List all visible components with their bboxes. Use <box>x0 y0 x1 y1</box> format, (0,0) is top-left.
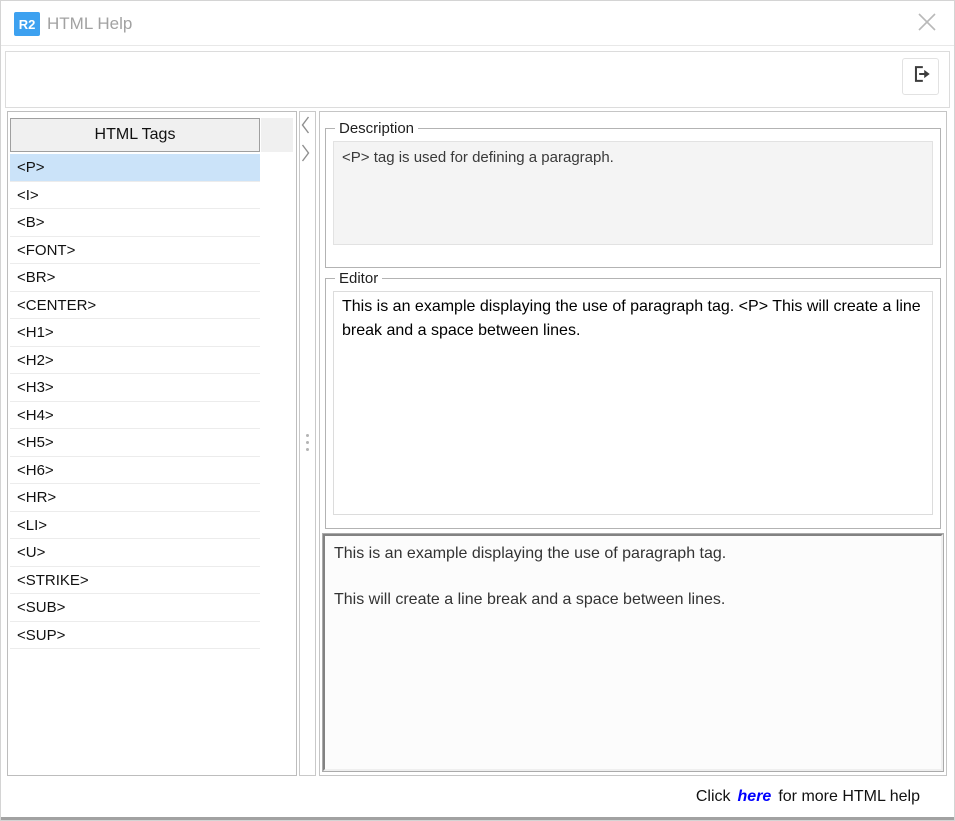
html-help-window: R2 HTML Help HTML Tags < <box>0 0 955 821</box>
list-item[interactable]: <U> <box>10 539 260 567</box>
list-item[interactable]: <H5> <box>10 429 260 457</box>
description-text: <P> tag is used for defining a paragraph… <box>333 141 933 245</box>
list-item[interactable]: <FONT> <box>10 237 260 265</box>
editor-legend: Editor <box>335 270 382 287</box>
preview-line-2: This will create a line break and a spac… <box>334 588 932 611</box>
list-item[interactable]: <P> <box>10 154 260 182</box>
editor-group: Editor This is an example displaying the… <box>325 270 941 529</box>
tag-grid-column-header[interactable]: HTML Tags <box>10 118 260 152</box>
grip-dots[interactable] <box>300 430 315 451</box>
list-item[interactable]: <HR> <box>10 484 260 512</box>
r2-logo: R2 <box>14 12 40 36</box>
list-item[interactable]: <H3> <box>10 374 260 402</box>
window-bottom-border <box>1 817 954 820</box>
close-icon <box>916 11 938 38</box>
list-item[interactable]: <BR> <box>10 264 260 292</box>
list-item[interactable]: <CENTER> <box>10 292 260 320</box>
preview-pane-border: This is an example displaying the use of… <box>322 533 944 772</box>
help-link[interactable]: here <box>738 788 772 805</box>
list-item[interactable]: <B> <box>10 209 260 237</box>
list-item[interactable]: <H4> <box>10 402 260 430</box>
description-group: Description <P> tag is used for defining… <box>325 120 941 268</box>
list-item[interactable]: <STRIKE> <box>10 567 260 595</box>
list-item[interactable]: <SUP> <box>10 622 260 650</box>
description-legend: Description <box>335 120 418 137</box>
close-button[interactable] <box>913 10 941 38</box>
chevron-left-icon[interactable] <box>300 115 315 140</box>
tag-grid-header-filler <box>261 118 293 152</box>
tag-grid-panel: HTML Tags <P><I><B><FONT><BR><CENTER><H1… <box>7 111 297 776</box>
titlebar: R2 HTML Help <box>1 1 954 46</box>
tag-list: <P><I><B><FONT><BR><CENTER><H1><H2><H3><… <box>10 154 260 649</box>
window-title: HTML Help <box>47 1 132 46</box>
footer: Click here for more HTML help <box>1 778 954 818</box>
detail-panel: Description <P> tag is used for defining… <box>319 111 947 776</box>
exit-icon <box>910 63 932 90</box>
list-item[interactable]: <I> <box>10 182 260 210</box>
list-item[interactable]: <LI> <box>10 512 260 540</box>
exit-button[interactable] <box>902 58 939 95</box>
preview-pane: This is an example displaying the use of… <box>323 534 943 771</box>
chevron-right-icon[interactable] <box>300 143 315 168</box>
footer-text-suffix: for more HTML help <box>778 788 920 805</box>
footer-text-prefix: Click <box>696 788 731 805</box>
splitter-bar[interactable] <box>299 111 316 776</box>
list-item[interactable]: <SUB> <box>10 594 260 622</box>
toolbar <box>5 51 950 108</box>
list-item[interactable]: <H6> <box>10 457 260 485</box>
editor-textarea[interactable]: This is an example displaying the use of… <box>333 291 933 515</box>
preview-line-1: This is an example displaying the use of… <box>334 542 932 565</box>
list-item[interactable]: <H1> <box>10 319 260 347</box>
list-item[interactable]: <H2> <box>10 347 260 375</box>
